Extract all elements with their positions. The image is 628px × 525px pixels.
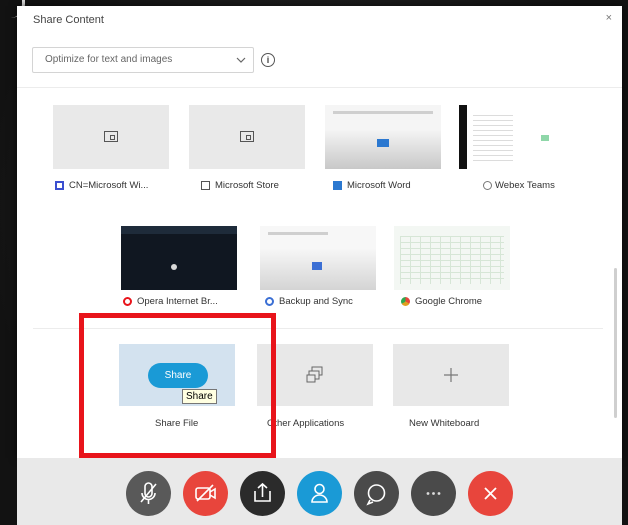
plus-icon <box>444 368 458 382</box>
info-icon[interactable]: i <box>261 53 275 67</box>
word-icon <box>333 181 342 190</box>
chrome-icon <box>401 297 410 306</box>
thumbnail-text-line <box>268 232 328 235</box>
window-tile-microsoft-word[interactable] <box>325 105 441 169</box>
stacked-windows-icon <box>306 366 323 383</box>
microphone-muted-icon <box>140 482 157 504</box>
store-window-icon <box>201 181 210 190</box>
window-label: Google Chrome <box>415 296 483 307</box>
camera-off-icon <box>195 484 216 502</box>
dialog-title: Share Content <box>33 14 104 26</box>
share-tooltip: Share <box>182 389 217 404</box>
chat-icon <box>366 484 386 506</box>
window-label: Opera Internet Br... <box>137 296 218 307</box>
window-tile-cn-microsoft[interactable] <box>53 105 169 169</box>
close-icon <box>484 487 497 500</box>
share-options-list: CN=Microsoft Wi... Microsoft Store Micro… <box>17 87 622 459</box>
vertical-scrollbar[interactable] <box>614 268 617 418</box>
more-icon <box>426 492 441 495</box>
window-label: Webex Teams <box>495 180 555 191</box>
meeting-controls-bar <box>17 458 622 525</box>
other-applications-tile[interactable] <box>257 344 373 406</box>
window-tile-opera[interactable] <box>121 226 237 290</box>
webex-icon <box>483 181 492 190</box>
window-icon <box>240 131 254 142</box>
window-label: Backup and Sync <box>279 296 353 307</box>
optimize-dropdown-value: Optimize for text and images <box>45 54 173 65</box>
stop-video-button[interactable] <box>183 471 228 516</box>
participants-button[interactable] <box>297 471 342 516</box>
chevron-down-icon <box>236 57 246 63</box>
window-icon <box>104 131 118 142</box>
thumbnail-text-line <box>333 111 433 114</box>
word-logo-thumb <box>377 139 389 147</box>
chat-button[interactable] <box>354 471 399 516</box>
window-label: Microsoft Word <box>347 180 411 191</box>
share-file-label: Share File <box>155 418 199 429</box>
thumbnail-header <box>121 226 237 234</box>
opera-icon <box>123 297 132 306</box>
window-tile-backup-and-sync[interactable] <box>260 226 376 290</box>
window-tile-webex-teams[interactable] <box>459 105 559 169</box>
participants-icon <box>311 483 328 503</box>
thumbnail-badge <box>541 135 549 141</box>
window-tile-google-chrome[interactable] <box>394 226 510 290</box>
window-label: Microsoft Store <box>215 180 279 191</box>
thumbnail-progress <box>312 262 322 270</box>
share-button[interactable]: Share <box>148 363 208 388</box>
backup-sync-icon <box>265 297 274 306</box>
thumbnail-glow <box>171 264 177 270</box>
new-whiteboard-label: New Whiteboard <box>409 418 480 429</box>
share-button-toolbar[interactable] <box>240 471 285 516</box>
mute-button[interactable] <box>126 471 171 516</box>
window-tile-microsoft-store[interactable] <box>189 105 305 169</box>
share-screen-icon <box>254 482 271 502</box>
share-file-tile[interactable]: Share <box>119 344 235 406</box>
window-label: CN=Microsoft Wi... <box>69 180 149 191</box>
new-whiteboard-tile[interactable] <box>393 344 509 406</box>
leave-meeting-button[interactable] <box>468 471 513 516</box>
thumbnail-list <box>473 111 513 161</box>
thumbnail-spreadsheet <box>400 236 504 284</box>
close-icon[interactable]: × <box>606 12 612 24</box>
other-applications-label: Other Applications <box>267 418 345 429</box>
section-divider <box>33 328 603 329</box>
optimize-dropdown[interactable]: Optimize for text and images <box>32 47 254 73</box>
share-content-dialog: Share Content × Optimize for text and im… <box>17 6 622 458</box>
app-window-icon <box>55 181 64 190</box>
thumbnail-sidebar <box>459 105 467 169</box>
more-options-button[interactable] <box>411 471 456 516</box>
